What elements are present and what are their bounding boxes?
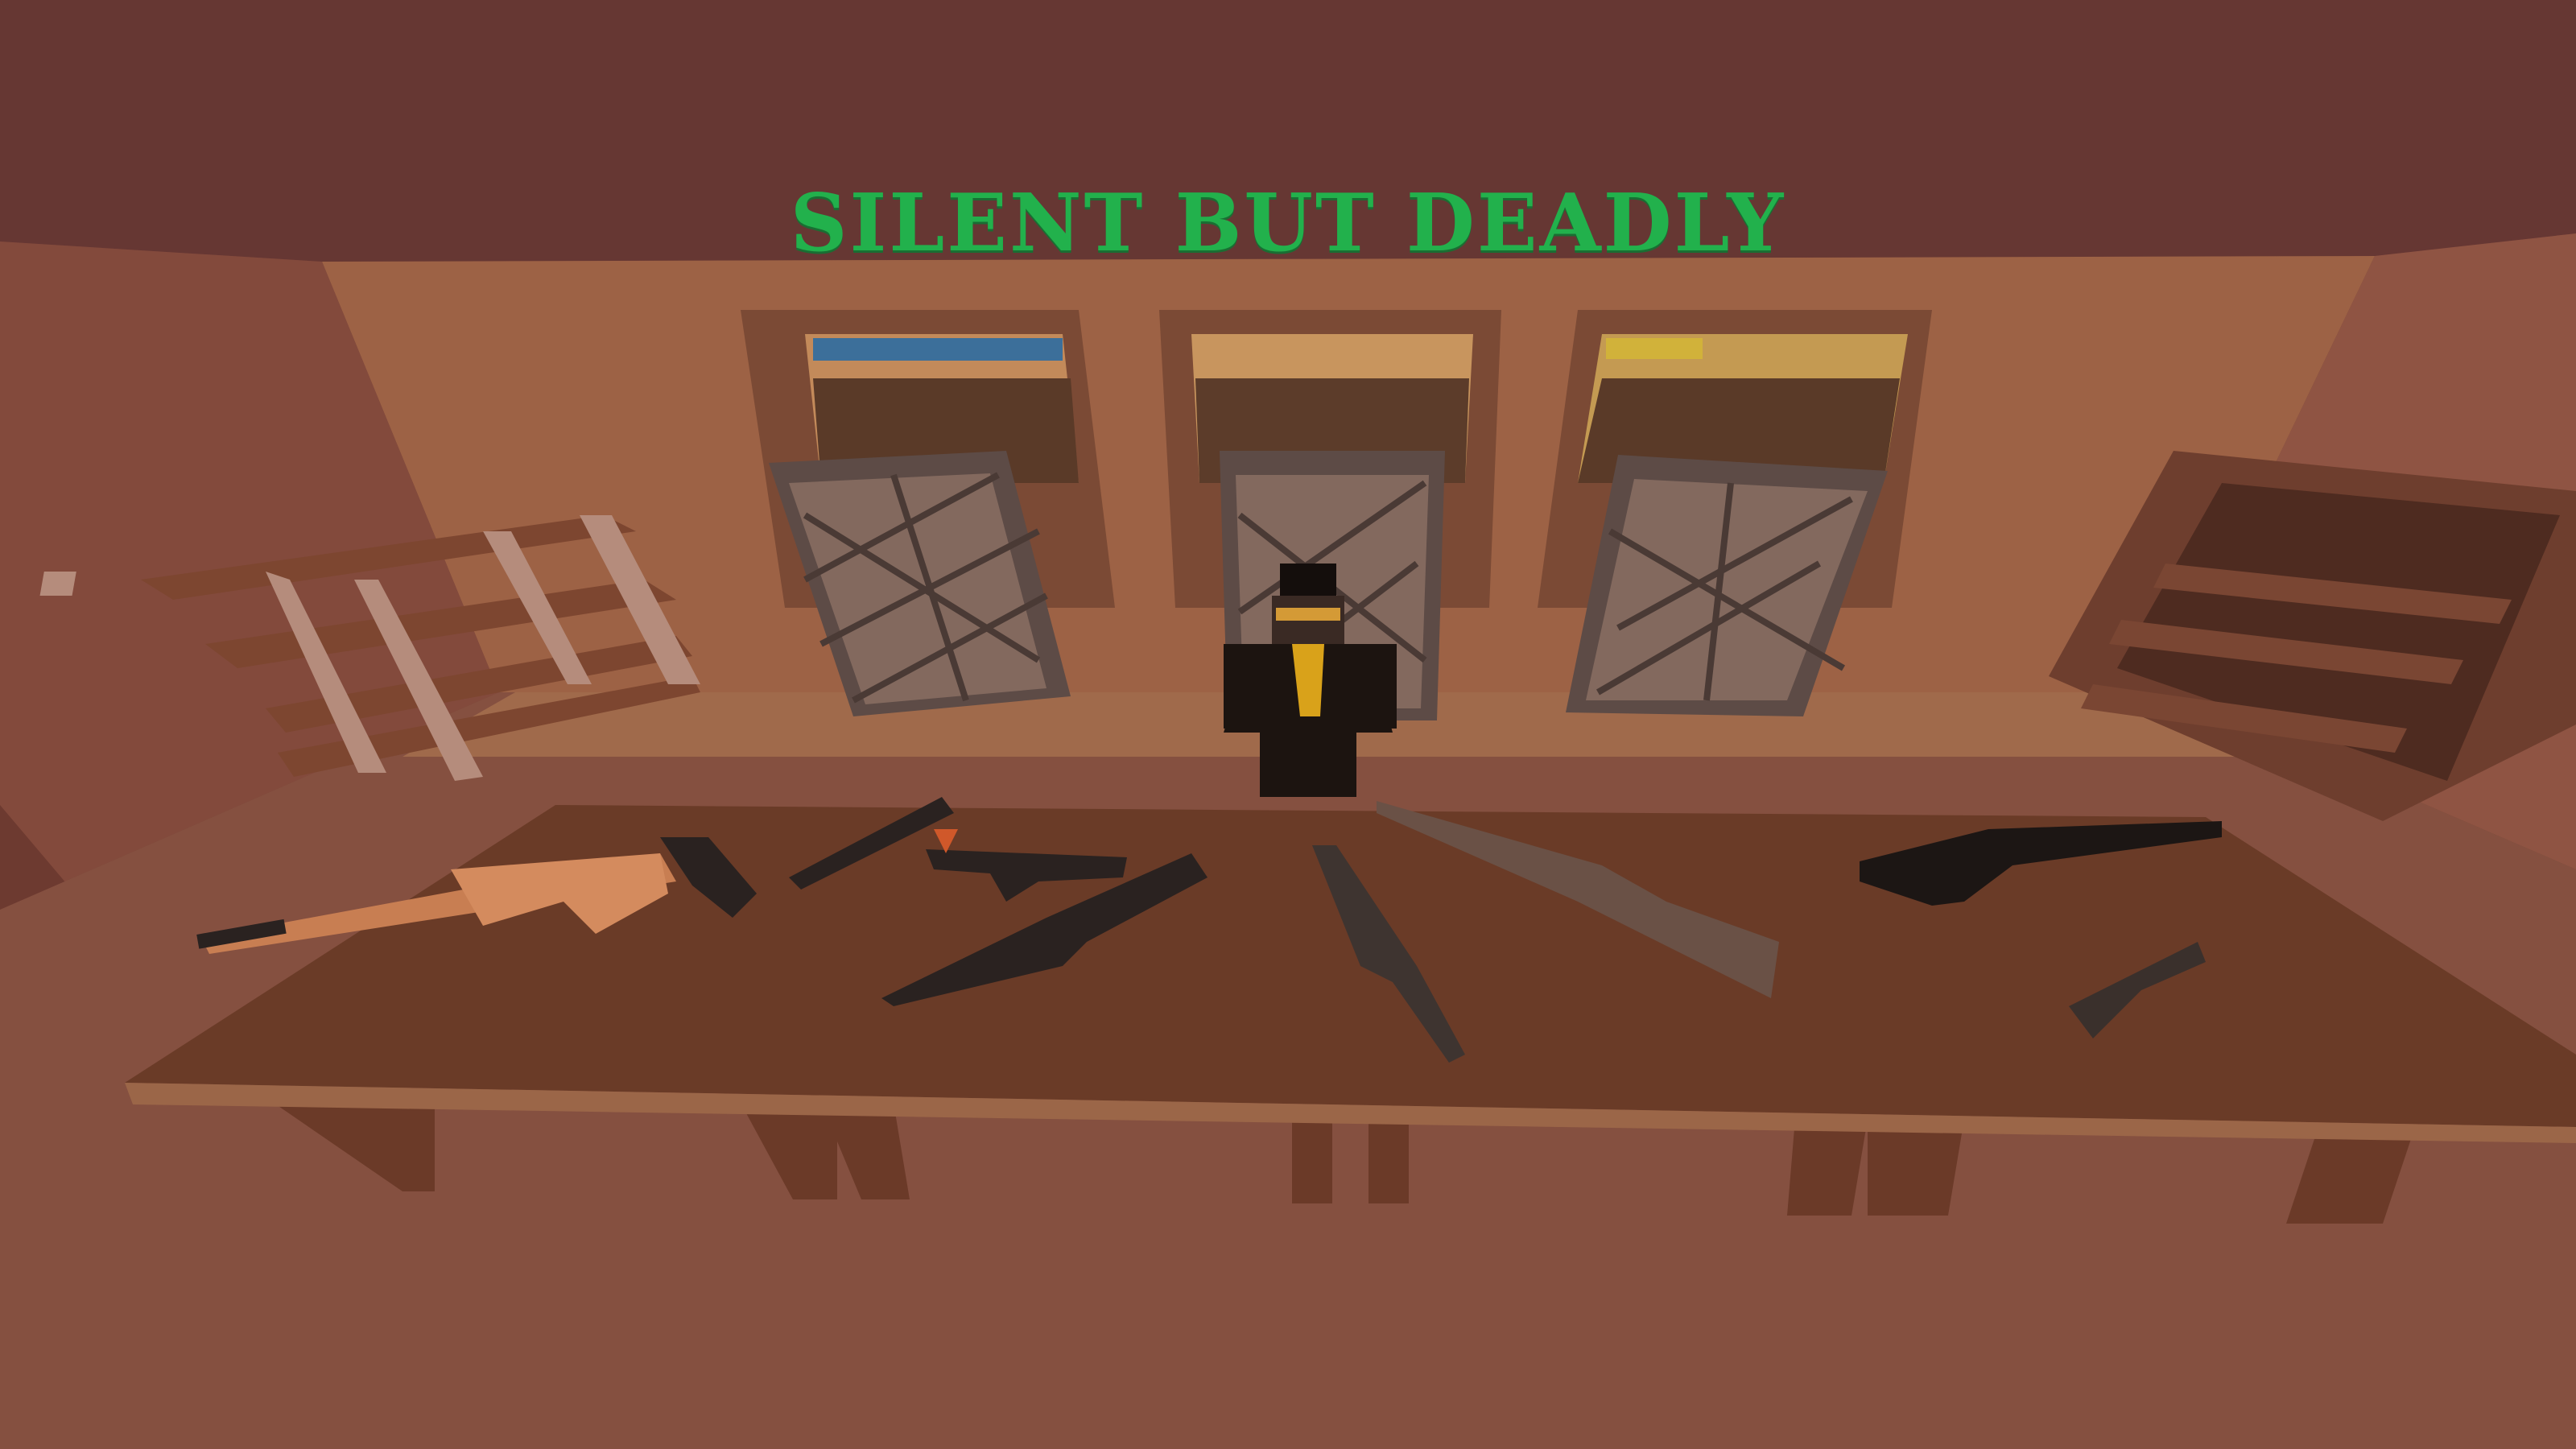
table-top [125,805,2576,1127]
game-viewport: SILENT BUT DEADLY [0,0,2576,1449]
title-banner: SILENT BUT DEADLY [790,177,1786,270]
